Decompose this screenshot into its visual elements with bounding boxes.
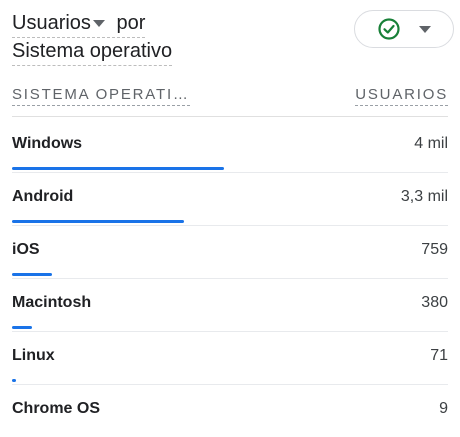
row-label: Windows <box>12 135 83 152</box>
data-quality-status-button[interactable] <box>354 10 454 48</box>
table-row: Macintosh 380 <box>12 279 448 332</box>
row-label: Chrome OS <box>12 400 101 417</box>
share-bar <box>12 220 184 223</box>
table-body: Windows 4 mil Android 3,3 mil iOS 759 Ma… <box>12 120 448 437</box>
share-bar <box>12 379 16 382</box>
chevron-down-icon <box>419 25 431 33</box>
metric-selector[interactable]: Usuarios <box>12 10 111 36</box>
row-value: 380 <box>421 294 448 311</box>
by-label: por <box>116 12 146 34</box>
table-row: Chrome OS 9 <box>12 385 448 437</box>
row-value: 3,3 mil <box>400 188 448 205</box>
row-value: 759 <box>421 241 448 258</box>
card-title: Usuarios por Sistema operativo <box>12 10 342 66</box>
table-row: Windows 4 mil <box>12 120 448 173</box>
share-bar <box>12 326 32 329</box>
check-circle-icon <box>378 18 400 40</box>
row-label: iOS <box>12 241 40 258</box>
column-header-os[interactable]: SISTEMA OPERATI… <box>12 86 190 106</box>
table-row: Android 3,3 mil <box>12 173 448 226</box>
dimension-label: Sistema operativo <box>12 40 173 62</box>
row-label: Macintosh <box>12 294 92 311</box>
dimension-selector[interactable]: Sistema operativo <box>12 38 173 66</box>
row-label: Linux <box>12 347 55 364</box>
caret-down-icon <box>92 19 105 27</box>
table-header: SISTEMA OPERATI… USUARIOS <box>12 86 448 117</box>
column-header-users[interactable]: USUARIOS <box>355 86 448 106</box>
table-row: iOS 759 <box>12 226 448 279</box>
share-bar <box>12 273 52 276</box>
row-label: Android <box>12 188 74 205</box>
metric-label: Usuarios <box>12 12 91 34</box>
row-value: 9 <box>439 400 448 417</box>
row-value: 71 <box>430 347 448 364</box>
share-bar <box>12 167 224 170</box>
row-value: 4 mil <box>414 135 448 152</box>
table-row: Linux 71 <box>12 332 448 385</box>
os-users-card: Usuarios por Sistema operativo SISTEMA O… <box>0 0 460 424</box>
